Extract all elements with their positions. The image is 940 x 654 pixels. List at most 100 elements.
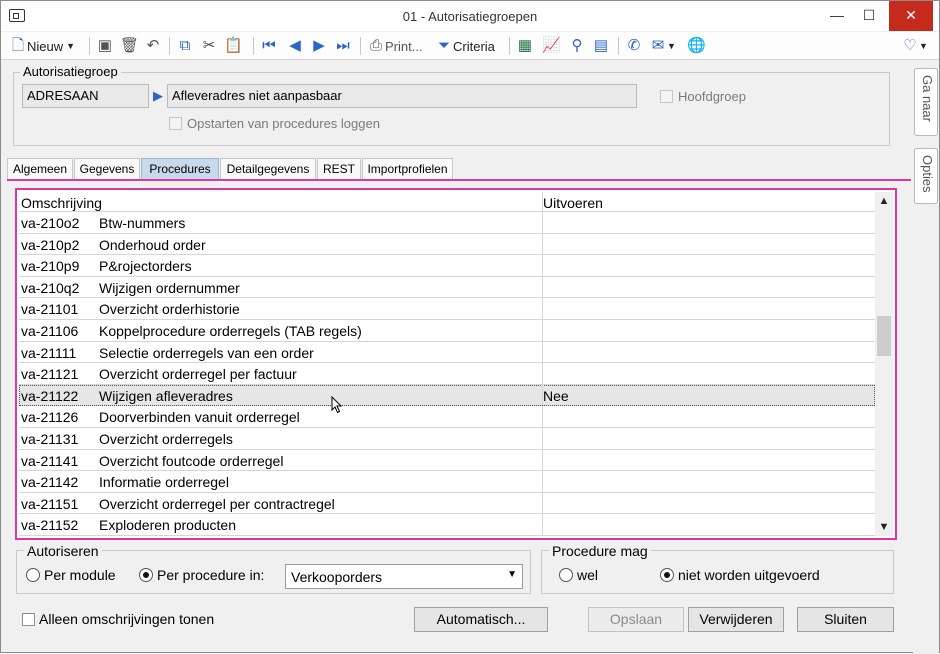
binoculars-icon[interactable]: ⚲ [568,36,586,56]
table-row[interactable]: va-21131 Overzicht orderregels [19,427,875,450]
procedure-code: va-210q2 [21,279,80,296]
tab-importprofielen[interactable]: Importprofielen [362,158,453,180]
group-code-field[interactable]: ADRESAAN [22,84,149,108]
maximize-button[interactable]: ☐ [851,1,887,31]
alleen-omschrijvingen-checkbox[interactable] [22,613,35,626]
procedure-code: va-21121 [21,366,79,383]
chevron-down-icon: ▼ [667,41,676,51]
table-row[interactable]: va-21142 Informatie orderregel [19,471,875,493]
cut-icon[interactable]: ✂ [200,36,218,56]
undo-icon[interactable]: ↶ [144,36,162,56]
excel-icon[interactable]: ▦ [516,36,534,56]
table-row[interactable]: va-21152 Exploderen producten [19,514,875,536]
phone-icon[interactable]: ✆ [625,36,643,56]
scroll-thumb[interactable] [877,316,891,356]
scroll-up-icon[interactable]: ▲ [875,192,893,210]
table-row[interactable]: va-21121 Overzicht orderregel per factuur [19,363,875,385]
first-record-icon[interactable]: ⏮ [260,36,278,56]
procedure-description: Overzicht orderregel per factuur [99,366,297,383]
table-row[interactable]: va-210p2 Onderhoud order [19,233,875,256]
column-header-omschrijving[interactable]: Omschrijving [21,195,102,211]
procedure-code: va-21122 [21,387,79,404]
column-header-uitvoeren[interactable]: Uitvoeren [543,195,603,211]
previous-record-icon[interactable]: ◀ [286,36,304,56]
tab-detailgegevens[interactable]: Detailgegevens [220,158,316,180]
side-tab-opties[interactable]: Opties [914,148,938,204]
procedure-cell: va-21111 Selectie orderregels van een ord… [21,345,314,361]
group-description-field[interactable]: Afleveradres niet aanpasbaar [167,84,637,108]
last-record-icon[interactable]: ⏭ [334,36,352,56]
per-module-label: Per module [44,567,116,583]
procedure-code: va-21126 [21,409,79,426]
table-row[interactable]: va-21141 Overzicht foutcode orderregel [19,449,875,472]
tab-rest[interactable]: REST [317,158,361,180]
procedure-code: va-21152 [21,517,79,534]
opslaan-button[interactable]: Opslaan [588,607,684,632]
table-row[interactable]: va-21126 Doorverbinden vanuit orderregel [19,406,875,428]
per-module-radio[interactable] [26,568,40,582]
tab-gegevens[interactable]: Gegevens [74,158,140,180]
procedure-code: va-21151 [21,495,79,512]
log-procedures-checkbox[interactable] [169,117,182,130]
favorite-heart-icon[interactable]: ♡ ▼ [901,36,928,56]
per-procedure-radio[interactable] [139,568,153,582]
paste-icon[interactable]: 📋 [224,36,243,56]
print-button[interactable]: ⎙ Print... [367,36,423,56]
side-tab-ga-naar[interactable]: Ga naar [914,68,938,136]
mail-icon[interactable]: ✉ ▼ [649,36,676,56]
new-button[interactable]: 🗋 Nieuw ▼ [9,36,75,56]
copy-icon[interactable]: ⧉ [176,36,194,56]
procedure-cell: va-21126 Doorverbinden vanuit orderregel [21,409,300,425]
procedure-mag-legend: Procedure mag [549,543,651,559]
chevron-down-icon: ▼ [919,41,928,51]
table-row[interactable]: va-210q2 Wijzigen ordernummer [19,276,875,299]
autorisatiegroep-legend: Autorisatiegroep [20,64,121,79]
table-row[interactable]: va-21101 Overzicht orderhistorie [19,298,875,320]
table-row[interactable]: va-21111 Selectie orderregels van een ord… [19,341,875,364]
side-tab-label: Opties [920,155,935,193]
grid-icon[interactable]: ▤ [592,36,610,56]
chevron-down-icon: ▼ [66,41,76,51]
procedure-description: Doorverbinden vanuit orderregel [99,409,300,426]
minimize-button[interactable]: — [819,1,855,31]
procedure-description: Selectie orderregels van een order [99,344,314,361]
automatisch-button[interactable]: Automatisch... [414,607,548,632]
verwijderen-button[interactable]: Verwijderen [688,607,784,632]
alleen-omschrijvingen-label: Alleen omschrijvingen tonen [39,611,215,627]
table-row[interactable]: va-21151 Overzicht orderregel per contrac… [19,492,875,515]
wel-radio[interactable] [559,568,573,582]
arrow-right-icon: ▶ [153,88,163,103]
procedure-description: Overzicht orderregels [99,430,233,447]
new-label: Nieuw [27,38,64,54]
table-row[interactable]: va-21122 Wijzigen afleveradres Nee [19,384,875,407]
table-row[interactable]: va-210p9 P&rojectorders [19,255,875,277]
niet-uitgevoerd-radio[interactable] [660,568,674,582]
hoofdgroep-checkbox[interactable] [660,90,673,103]
grid-body: Omschrijving Uitvoeren va-210o2 Btw-numme… [19,192,875,536]
module-select[interactable]: Verkooporders ▼ [285,564,523,589]
next-record-icon[interactable]: ▶ [310,36,328,56]
procedure-cell: va-21142 Informatie orderregel [21,474,229,490]
uitvoeren-cell[interactable]: Nee [543,388,569,404]
autoriseren-legend: Autoriseren [24,543,102,559]
save-icon[interactable]: ▣ [96,36,114,56]
table-row[interactable]: va-210o2 Btw-nummers [19,212,875,234]
side-tab-label: Ga naar [920,75,935,122]
criteria-button[interactable]: ⏷ Criteria [435,36,495,56]
mouse-cursor-icon [331,396,343,414]
vertical-scrollbar[interactable]: ▲ ▼ [875,192,893,536]
procedure-cell: va-21106 Koppelprocedure orderregels (TAB… [21,323,362,339]
grid-header: Omschrijving Uitvoeren [19,192,875,212]
tab-procedures[interactable]: Procedures [141,158,219,180]
procedure-description: Overzicht foutcode orderregel [99,452,284,469]
chart-icon[interactable]: 📈 [542,36,561,56]
tab-algemeen[interactable]: Algemeen [7,158,73,180]
table-row[interactable]: va-21106 Koppelprocedure orderregels (TAB… [19,319,875,342]
procedure-code: va-21142 [21,474,79,491]
scroll-down-icon[interactable]: ▼ [875,518,893,536]
globe-icon[interactable]: 🌐 [687,36,706,56]
procedure-description: Exploderen producten [99,517,236,534]
sluiten-button[interactable]: Sluiten [797,607,894,632]
delete-icon[interactable]: 🗑 [120,36,139,56]
close-button[interactable]: ✕ [889,1,933,31]
